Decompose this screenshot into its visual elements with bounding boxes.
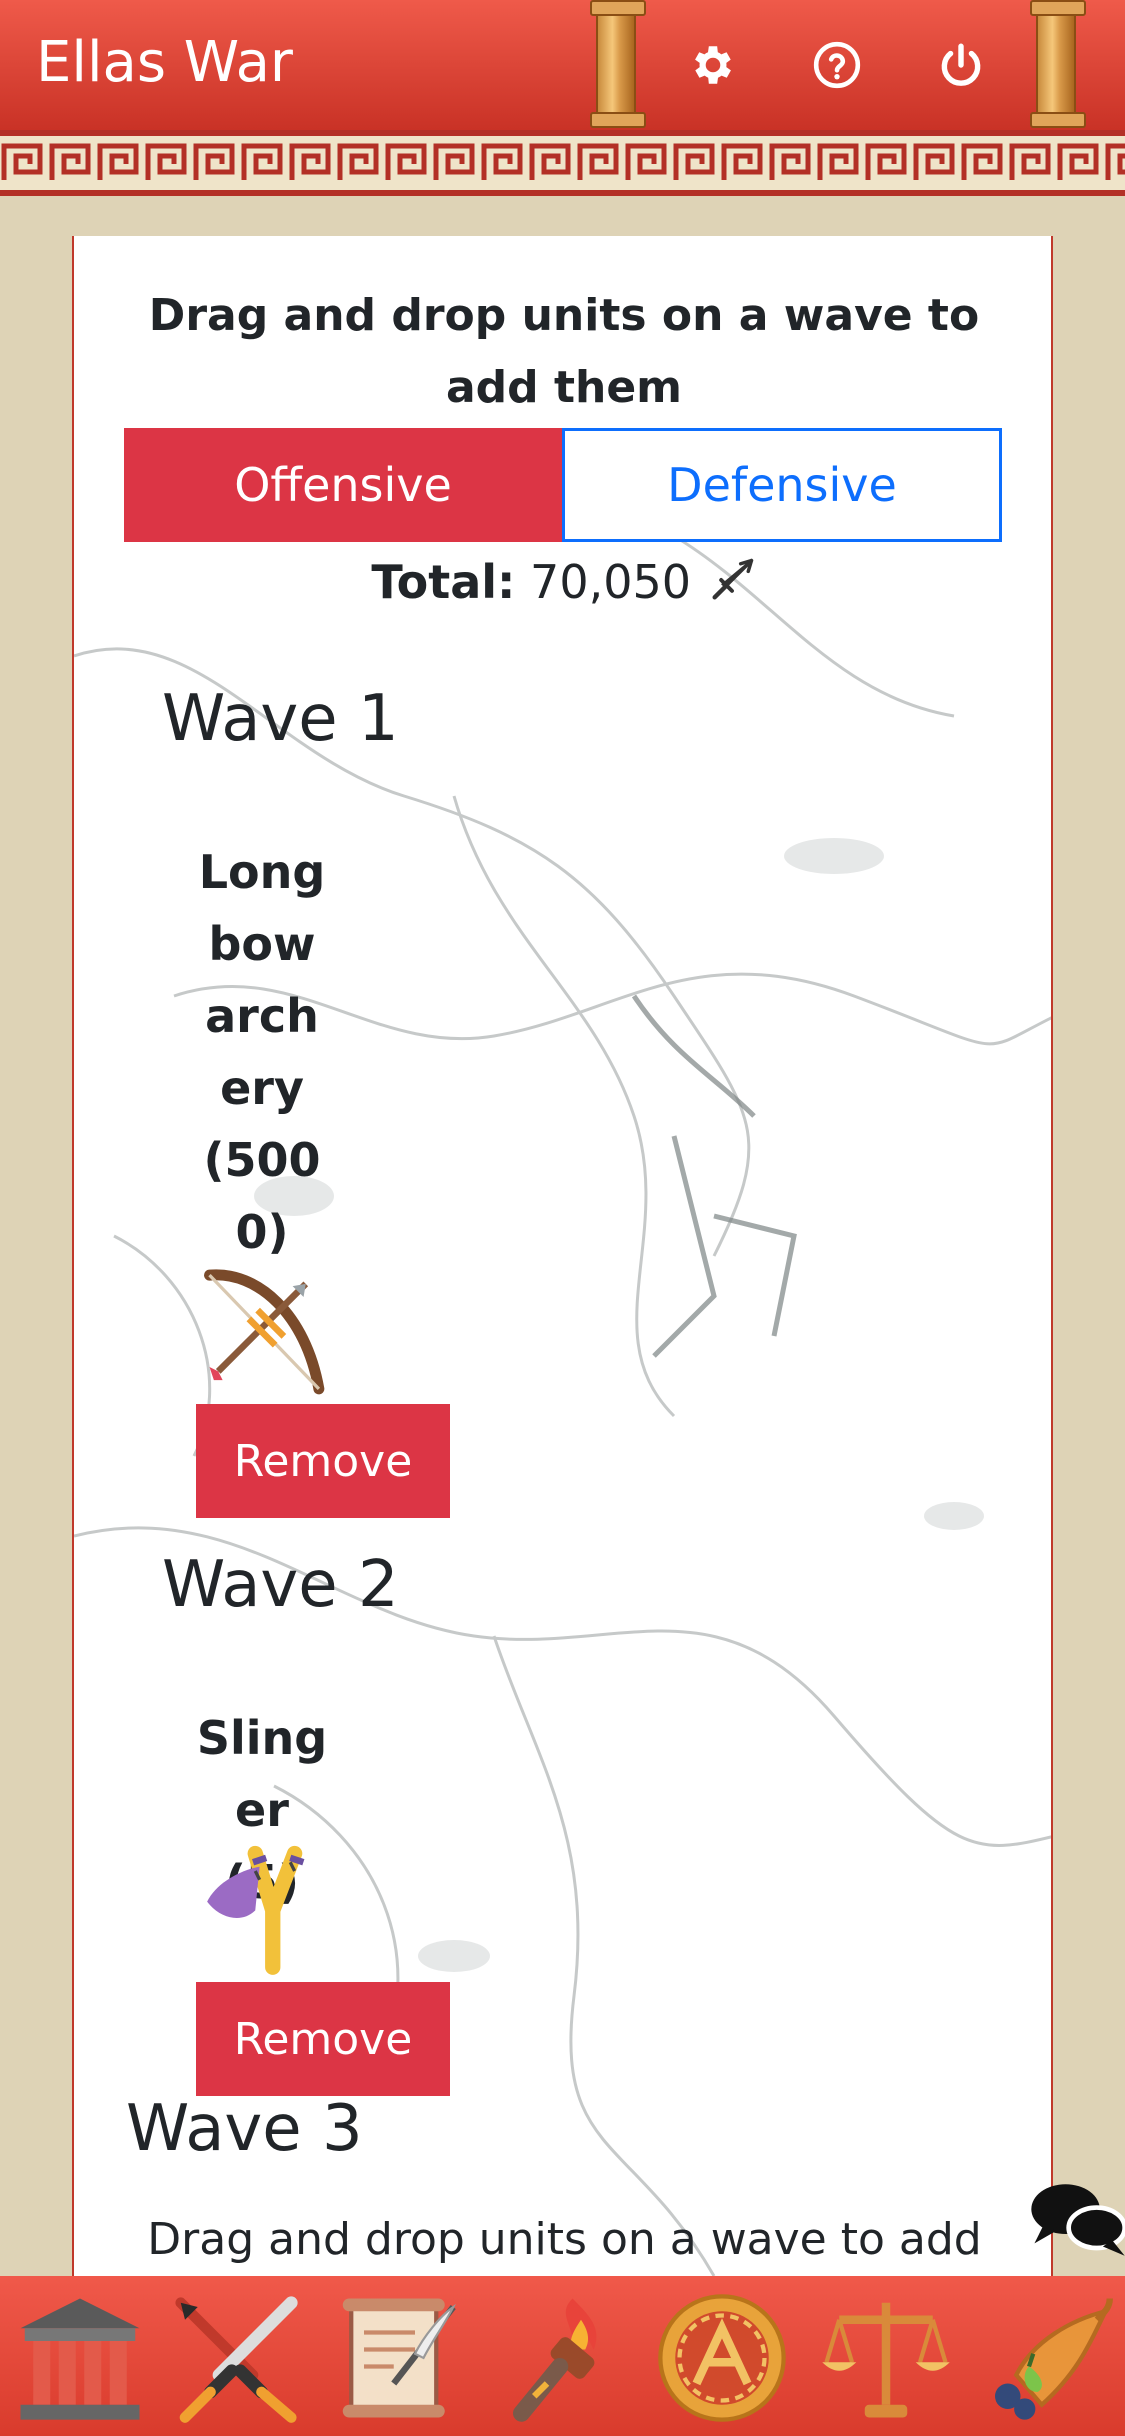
slingshot-icon[interactable] bbox=[194, 1836, 334, 1976]
spartan-shield-icon[interactable] bbox=[654, 2290, 790, 2426]
wave-1-unit-label: Longbow archery (5000) bbox=[192, 836, 332, 1268]
scroll-quill-icon[interactable] bbox=[330, 2290, 466, 2426]
total-strength: Total: 70,050 bbox=[74, 554, 1051, 609]
crossed-swords-icon[interactable] bbox=[168, 2290, 304, 2426]
waves-panel: Drag and drop units on a wave to add the… bbox=[72, 236, 1053, 2276]
temple-icon[interactable] bbox=[12, 2290, 148, 2426]
chat-bubbles-icon[interactable] bbox=[1028, 2178, 1125, 2262]
wave-2-unit-name: Slinger bbox=[196, 1711, 328, 1837]
tab-defensive[interactable]: Defensive bbox=[562, 428, 1002, 542]
pillar-right-decoration bbox=[1030, 0, 1086, 128]
drag-drop-instruction: Drag and drop units on a wave to add the… bbox=[148, 290, 980, 413]
bottom-navigation bbox=[0, 2276, 1125, 2436]
gear-icon[interactable] bbox=[688, 40, 738, 90]
tab-offensive[interactable]: Offensive bbox=[124, 428, 562, 542]
cornucopia-icon[interactable] bbox=[978, 2290, 1114, 2426]
wave-3-instruction: Drag and drop units on a wave to add bbox=[147, 2214, 982, 2265]
wave-1-unit-count: (5000) bbox=[203, 1133, 321, 1259]
power-icon[interactable] bbox=[936, 40, 986, 90]
total-value: 70,050 bbox=[530, 555, 692, 609]
help-circle-icon[interactable] bbox=[812, 40, 862, 90]
app-header: Ellas War bbox=[0, 0, 1125, 130]
wave-2-title: Wave 2 bbox=[162, 1548, 399, 1622]
bow-arrow-icon[interactable] bbox=[192, 1262, 332, 1402]
wave-1-unit-name: Longbow archery bbox=[198, 845, 326, 1115]
app-title: Ellas War bbox=[36, 30, 293, 95]
wave-1-remove-button[interactable]: Remove bbox=[196, 1404, 450, 1518]
total-label: Total: bbox=[371, 555, 516, 609]
meander-pattern bbox=[0, 136, 1125, 190]
scales-icon[interactable] bbox=[818, 2290, 954, 2426]
wave-2-remove-button[interactable]: Remove bbox=[196, 1982, 450, 2096]
torch-icon[interactable] bbox=[496, 2290, 632, 2426]
wave-1-title: Wave 1 bbox=[162, 682, 399, 756]
pillar-left-decoration bbox=[590, 0, 646, 128]
wave-3-title: Wave 3 bbox=[126, 2092, 363, 2166]
greek-key-border bbox=[0, 130, 1125, 196]
sword-icon bbox=[712, 558, 753, 600]
